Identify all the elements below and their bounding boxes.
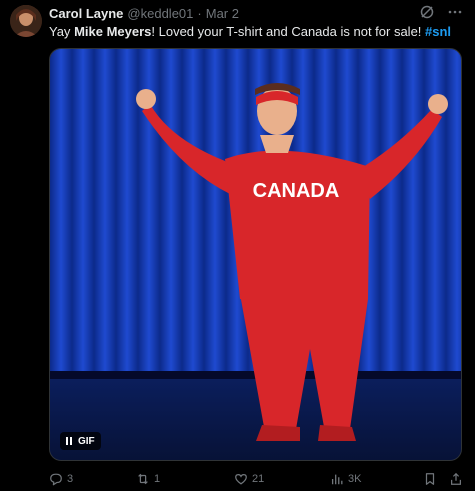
author-handle[interactable]: @keddle01 <box>127 6 193 21</box>
avatar-image <box>10 5 42 37</box>
gif-media[interactable]: CANADA GIF <box>49 48 462 461</box>
like-count: 21 <box>252 473 265 485</box>
heart-icon <box>235 474 247 485</box>
bookmark-icon <box>425 473 435 485</box>
views-button[interactable]: 3K <box>330 472 361 486</box>
stage-floor <box>50 379 461 460</box>
share-button[interactable] <box>449 472 463 486</box>
tweet-date[interactable]: Mar 2 <box>206 6 239 21</box>
gif-frame: CANADA <box>50 49 461 460</box>
separator-dot: · <box>197 5 202 21</box>
tweet-text-before: Yay <box>49 24 75 39</box>
reply-button[interactable]: 3 <box>49 472 73 486</box>
repost-button[interactable]: 1 <box>136 472 160 486</box>
avatar[interactable] <box>10 5 42 37</box>
tweet-text: Yay Mike Meyers! Loved your T-shirt and … <box>49 23 469 40</box>
more-icon[interactable] <box>447 4 463 20</box>
action-bar: 3 1 21 3K <box>49 470 464 488</box>
repost-count: 1 <box>154 473 161 485</box>
hashtag-link[interactable]: #snl <box>425 24 451 39</box>
tweet-card[interactable]: Carol Layne @keddle01 · Mar 2 Yay Mike M… <box>0 0 475 491</box>
bookmark-button[interactable] <box>423 472 437 486</box>
views-count: 3K <box>348 473 362 485</box>
shirt-text: CANADA <box>253 180 340 202</box>
reply-icon <box>50 473 62 486</box>
share-icon <box>451 472 461 485</box>
gif-badge[interactable]: GIF <box>60 432 101 450</box>
repost-icon <box>138 473 148 485</box>
header-actions <box>419 4 463 20</box>
tweet-header: Carol Layne @keddle01 · Mar 2 <box>49 4 239 22</box>
views-icon <box>331 474 343 485</box>
tweet-text-after: ! Loved your T-shirt and Canada is not f… <box>151 24 426 39</box>
pause-icon[interactable] <box>66 437 72 445</box>
author-name[interactable]: Carol Layne <box>49 6 123 21</box>
like-button[interactable]: 21 <box>234 472 264 486</box>
gif-label: GIF <box>78 435 95 447</box>
mentioned-name: Mike Meyers <box>74 24 152 39</box>
grok-icon[interactable] <box>419 4 435 20</box>
reply-count: 3 <box>67 473 74 485</box>
